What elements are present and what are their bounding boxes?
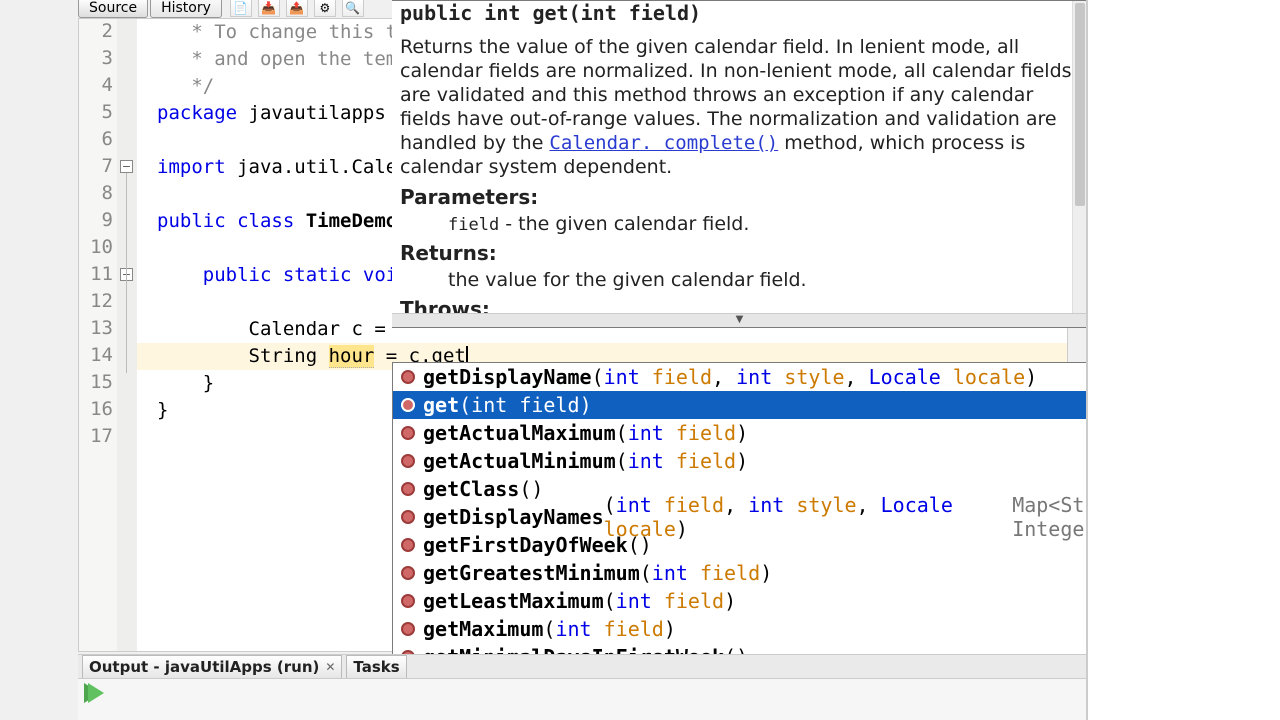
code-line: public class TimeDemo xyxy=(157,208,397,235)
line-number: 9 xyxy=(79,209,113,231)
code-line: } xyxy=(157,397,168,424)
method-icon xyxy=(401,566,415,580)
completion-params: (int field, int style, Locale locale) xyxy=(592,365,1038,389)
completion-method-name: getDisplayName xyxy=(423,365,592,389)
completion-params: (int field) xyxy=(459,393,591,417)
completion-params: (int field) xyxy=(543,617,675,641)
toolbar-button-2[interactable]: 📥 xyxy=(258,0,280,17)
toolbar-button-1[interactable]: 📄 xyxy=(230,0,252,17)
completion-params: (int field) xyxy=(640,561,772,585)
code-line: import java.util.Cale xyxy=(157,154,397,181)
javadoc-params-header: Parameters: xyxy=(400,185,1077,209)
toolbar-button-3[interactable]: 📤 xyxy=(286,0,308,17)
line-number: 7 xyxy=(79,155,113,177)
line-number: 6 xyxy=(79,128,113,150)
tab-history[interactable]: History xyxy=(150,0,222,18)
completion-params: (int field) xyxy=(616,449,748,473)
line-number: 14 xyxy=(79,344,113,366)
line-number: 5 xyxy=(79,101,113,123)
javadoc-popup: public int get(int field) Returns the va… xyxy=(392,0,1088,328)
line-number: 8 xyxy=(79,182,113,204)
code-line: public static void xyxy=(157,262,409,289)
run-icon xyxy=(88,683,104,703)
completion-method-name: getFirstDayOfWeek xyxy=(423,533,628,557)
fold-toggle-icon[interactable]: − xyxy=(120,160,133,173)
method-icon xyxy=(401,538,415,552)
line-number: 17 xyxy=(79,425,113,447)
tasks-tab[interactable]: Tasks xyxy=(346,655,406,679)
tab-source[interactable]: Source xyxy=(78,0,148,18)
completion-params: (int field, int style, Locale locale) xyxy=(604,493,1013,541)
method-icon xyxy=(401,482,415,496)
line-number: 16 xyxy=(79,398,113,420)
javadoc-returns-text: the value for the given calendar field. xyxy=(448,269,1077,291)
close-icon[interactable]: ✕ xyxy=(325,660,335,674)
line-number: 11 xyxy=(79,263,113,285)
line-number: 13 xyxy=(79,317,113,339)
right-panel xyxy=(1086,0,1280,720)
completion-method-name: getGreatestMinimum xyxy=(423,561,640,585)
method-icon xyxy=(401,622,415,636)
line-number: 12 xyxy=(79,290,113,312)
output-tab[interactable]: Output - javaUtilApps (run) ✕ xyxy=(82,655,342,679)
line-number: 10 xyxy=(79,236,113,258)
code-line: * and open the templ xyxy=(157,46,420,73)
completion-params: (int field) xyxy=(616,421,748,445)
completion-method-name: getActualMaximum xyxy=(423,421,616,445)
code-line: Calendar c = xyxy=(157,316,397,343)
code-line: } xyxy=(157,370,214,397)
find-icon[interactable]: 🔍 xyxy=(342,0,364,17)
completion-method-name: getActualMinimum xyxy=(423,449,616,473)
method-icon xyxy=(401,426,415,440)
completion-method-name: get xyxy=(423,393,459,417)
method-icon xyxy=(401,510,415,524)
method-icon xyxy=(401,370,415,384)
code-line: * To change this tem xyxy=(157,19,420,46)
toolbar-button-4[interactable]: ⚙ xyxy=(314,0,336,17)
javadoc-signature: public int get(int field) xyxy=(400,1,1077,25)
javadoc-params-text: field - the given calendar field. xyxy=(448,213,1077,235)
line-number: 3 xyxy=(79,47,113,69)
line-number: 4 xyxy=(79,74,113,96)
scroll-down-icon[interactable]: ▼ xyxy=(392,313,1087,327)
method-icon xyxy=(401,398,415,412)
method-icon xyxy=(401,594,415,608)
javadoc-body: Returns the value of the given calendar … xyxy=(400,35,1077,179)
line-number: 15 xyxy=(79,371,113,393)
code-line: package javautilapps xyxy=(157,100,386,127)
code-line: */ xyxy=(157,73,214,100)
javadoc-link[interactable]: Calendar. complete() xyxy=(549,132,778,154)
completion-method-name: getMaximum xyxy=(423,617,543,641)
completion-method-name: getLeastMaximum xyxy=(423,589,604,613)
method-icon xyxy=(401,454,415,468)
javadoc-scrollbar[interactable] xyxy=(1072,1,1087,313)
completion-params: () xyxy=(519,477,543,501)
gutter: − − 234567891011121314151617 xyxy=(79,19,137,651)
completion-method-name: getClass xyxy=(423,477,519,501)
line-number: 2 xyxy=(79,20,113,42)
javadoc-returns-header: Returns: xyxy=(400,241,1077,265)
completion-params: () xyxy=(628,533,652,557)
completion-params: (int field) xyxy=(604,589,736,613)
completion-method-name: getDisplayNames xyxy=(423,505,604,529)
